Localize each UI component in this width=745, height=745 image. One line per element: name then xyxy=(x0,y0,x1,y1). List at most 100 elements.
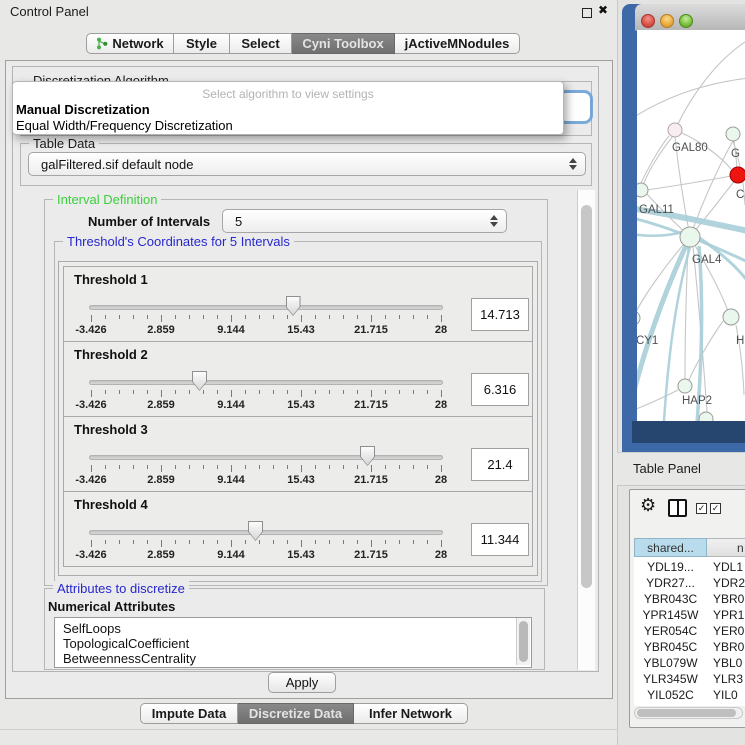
network-node[interactable] xyxy=(637,183,648,197)
table-row[interactable]: YPR145WYPR1 xyxy=(634,607,745,623)
tab-label: Discretize Data xyxy=(249,706,342,721)
slider-tick xyxy=(259,540,260,544)
table-data-combobox[interactable]: galFiltered.sif default node xyxy=(28,152,586,176)
axis-tick-label: 9.144 xyxy=(217,399,245,411)
table-row[interactable]: YIL052CYIL0 xyxy=(634,687,745,703)
float-window-icon[interactable] xyxy=(582,8,592,18)
tab-infer-network[interactable]: Infer Network xyxy=(354,703,468,724)
table-row[interactable]: YBR043CYBR0 xyxy=(634,591,745,607)
node-table-panel: ⚙ ✓ ✓ shared... n YDL19...YDL1YDR27...YD… xyxy=(629,489,745,728)
slider-thumb[interactable] xyxy=(248,521,263,541)
network-edge[interactable] xyxy=(641,136,669,183)
dropdown-prompt-item[interactable]: Select algorithm to view settings xyxy=(13,87,563,101)
slider-tick xyxy=(203,315,204,319)
attribute-list-item[interactable]: SelfLoops xyxy=(55,621,531,636)
zoom-traffic-light[interactable] xyxy=(679,14,693,28)
tab-style[interactable]: Style xyxy=(174,33,230,54)
hscrollbar-thumb[interactable] xyxy=(637,709,736,717)
slider-tick xyxy=(189,315,190,319)
tab-cyni-toolbox[interactable]: Cyni Toolbox xyxy=(292,33,395,54)
slider-tick xyxy=(371,465,372,472)
network-node[interactable] xyxy=(726,127,740,141)
apply-button[interactable]: Apply xyxy=(268,672,336,693)
slider-tick xyxy=(91,390,92,397)
table-row[interactable]: YDL19...YDL1 xyxy=(634,559,745,575)
slider-track[interactable] xyxy=(89,305,443,310)
network-node[interactable] xyxy=(723,309,739,325)
network-node[interactable] xyxy=(730,167,745,183)
minimize-traffic-light[interactable] xyxy=(660,14,674,28)
slider-tick xyxy=(315,540,316,544)
desktop: Control Panel ✖ Network Style Select Cyn… xyxy=(0,0,745,745)
column-header-name[interactable]: n xyxy=(707,538,745,557)
tab-network[interactable]: Network xyxy=(86,33,174,54)
slider-tick xyxy=(385,465,386,469)
dropdown-option-equal-width-frequency[interactable]: Equal Width/Frequency Discretization xyxy=(16,118,233,133)
panel-scrollbar-thumb[interactable] xyxy=(581,205,592,588)
table-data-group-label: Table Data xyxy=(29,136,99,151)
slider-tick xyxy=(105,465,106,469)
tab-discretize-data[interactable]: Discretize Data xyxy=(238,703,354,724)
slider-thumb[interactable] xyxy=(192,371,207,391)
threshold-value-field[interactable]: 21.4 xyxy=(471,448,529,481)
table-row[interactable]: YLR345WYLR3 xyxy=(634,671,745,687)
attributes-list-scrollbar[interactable] xyxy=(516,618,530,665)
table-row[interactable]: YBL079WYBL0 xyxy=(634,655,745,671)
combo-spinner-icon xyxy=(490,215,498,227)
axis-tick-label: 28 xyxy=(435,474,447,486)
network-node[interactable] xyxy=(668,123,682,137)
network-node[interactable] xyxy=(678,379,692,393)
table-row[interactable]: YDR27...YDR2 xyxy=(634,575,745,591)
number-of-intervals-combobox[interactable]: 5 xyxy=(222,209,507,233)
slider-track[interactable] xyxy=(89,455,443,460)
slider-thumb[interactable] xyxy=(360,446,375,466)
network-edge[interactable] xyxy=(647,176,731,190)
close-icon[interactable]: ✖ xyxy=(598,3,608,17)
network-edge[interactable] xyxy=(689,321,723,380)
numerical-attributes-list[interactable]: SelfLoopsTopologicalCoefficientBetweenne… xyxy=(54,617,532,668)
network-edge[interactable] xyxy=(644,136,673,183)
threshold-value-field[interactable]: 11.344 xyxy=(471,523,529,556)
cell-shared-name: YIL052C xyxy=(634,687,707,703)
table-row[interactable]: YER054CYER0 xyxy=(634,623,745,639)
tab-select[interactable]: Select xyxy=(230,33,292,54)
slider-track[interactable] xyxy=(89,530,443,535)
table-row[interactable]: YBR045CYBR0 xyxy=(634,639,745,655)
tab-label: Impute Data xyxy=(152,706,226,721)
network-edge-thick[interactable] xyxy=(637,231,686,236)
network-edge[interactable] xyxy=(637,78,745,128)
columns-icon[interactable] xyxy=(668,499,687,517)
column-header-shared-name[interactable]: shared... xyxy=(634,538,707,557)
network-edge[interactable] xyxy=(637,390,678,415)
tab-impute-data[interactable]: Impute Data xyxy=(140,703,238,724)
panel-scrollbar[interactable] xyxy=(577,190,595,670)
threshold-value-field[interactable]: 6.316 xyxy=(471,373,529,406)
tab-label: Network xyxy=(112,36,163,51)
axis-tick-label: 15.43 xyxy=(287,399,315,411)
attribute-list-item[interactable]: TopologicalCoefficient xyxy=(55,636,531,651)
attributes-scrollbar-thumb[interactable] xyxy=(519,621,528,662)
slider-track[interactable] xyxy=(89,380,443,385)
network-node[interactable] xyxy=(699,412,713,421)
slider-tick xyxy=(175,390,176,394)
slider-tick xyxy=(245,315,246,319)
slider-tick xyxy=(217,465,218,469)
table-horizontal-scrollbar[interactable] xyxy=(634,707,743,719)
checkbox-icon[interactable]: ✓ xyxy=(710,503,721,514)
algorithm-combobox-focus-ring[interactable] xyxy=(560,93,590,121)
tab-jactivemnodules[interactable]: jActiveMNodules xyxy=(395,33,520,54)
cell-shared-name: YDL19... xyxy=(634,559,707,575)
network-window-titlebar[interactable] xyxy=(635,4,745,31)
attribute-list-item[interactable]: BetweennessCentrality xyxy=(55,651,531,666)
close-traffic-light[interactable] xyxy=(641,14,655,28)
slider-thumb[interactable] xyxy=(286,296,301,316)
network-node[interactable] xyxy=(637,311,640,325)
slider-tick xyxy=(385,540,386,544)
threshold-value-field[interactable]: 14.713 xyxy=(471,298,529,331)
checkbox-icon[interactable]: ✓ xyxy=(696,503,707,514)
network-canvas[interactable]: GAL80GCGAL11GAL4GCY1HHAP2 xyxy=(637,30,745,421)
network-node[interactable] xyxy=(680,227,700,247)
gear-icon[interactable]: ⚙ xyxy=(640,496,656,514)
dropdown-option-manual-discretization[interactable]: Manual Discretization xyxy=(16,102,150,117)
network-edge[interactable] xyxy=(675,42,745,130)
